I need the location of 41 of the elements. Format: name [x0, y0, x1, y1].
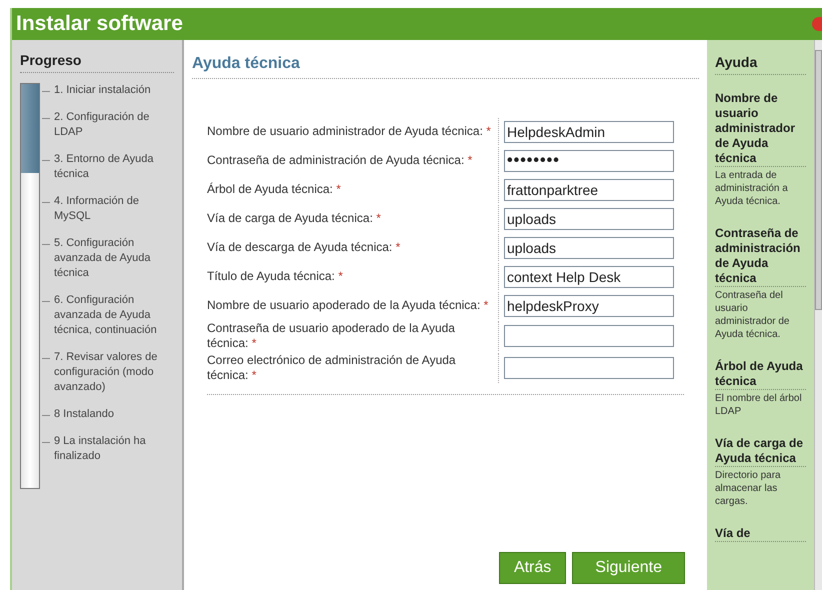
- field-label: Contraseña de administración de Ayuda técnica: *: [207, 153, 472, 168]
- field-label: Contraseña de usuario apoderado de la Ayuda técnica: *: [207, 321, 456, 351]
- input-field[interactable]: frattonparktree: [504, 178, 674, 200]
- progress-step: 3. Entorno de Ayuda técnica: [54, 152, 174, 182]
- progress-step: 8 Instalando: [54, 407, 114, 422]
- input-field[interactable]: HelpdeskAdmin: [504, 120, 674, 142]
- help-heading: Nombre de usuario administrador de Ayuda técnica: [715, 91, 806, 167]
- input-field[interactable]: helpdeskProxy: [504, 294, 674, 316]
- scrollbar[interactable]: [814, 40, 822, 590]
- help-heading: Árbol de Ayuda técnica: [715, 359, 806, 390]
- input-field[interactable]: uploads: [504, 236, 674, 258]
- field-label: Correo electrónico de administración de Ayuda técnica: *: [207, 353, 457, 383]
- progress-step: 1. Iniciar instalación: [54, 83, 151, 98]
- help-text: La entrada de administración a Ayuda técnica.: [715, 169, 789, 208]
- input-field[interactable]: [504, 357, 674, 379]
- field-label: Vía de descarga de Ayuda técnica: *: [207, 240, 400, 255]
- field-label: Nombre de usuario administrador de Ayuda técnica: *: [207, 124, 491, 139]
- progress-step: 5. Configuración avanzada de Ayuda técnica: [54, 236, 174, 281]
- password-field[interactable]: ••••••••: [504, 150, 674, 172]
- help-text: Contraseña del usuario administrador de Ayuda técnica.: [715, 289, 790, 341]
- window-title: Instalar software: [15, 11, 183, 38]
- field-label: Nombre de usuario apoderado de la Ayuda técnica: *: [207, 298, 488, 313]
- progress-step: 4. Información de MySQL: [54, 194, 174, 224]
- password-field[interactable]: [504, 325, 674, 347]
- help-text: El nombre del árbol LDAP: [715, 392, 803, 418]
- input-field[interactable]: context Help Desk: [504, 266, 674, 288]
- field-label: Vía de carga de Ayuda técnica: *: [207, 211, 381, 226]
- progress-step: 9 La instalación ha finalizado: [54, 434, 174, 464]
- section-title: Ayuda técnica: [192, 52, 699, 79]
- progress-step: 2. Configuración de LDAP: [54, 110, 174, 140]
- input-field[interactable]: uploads: [504, 208, 674, 230]
- panel-title: Ayuda: [715, 52, 806, 75]
- progress-step: 7. Revisar valores de configuración (modo avanzado): [54, 350, 174, 395]
- panel-title: Progreso: [20, 50, 174, 73]
- progress-step: 6. Configuración avanzada de Ayuda técnica, continuación: [54, 293, 174, 338]
- field-label: Título de Ayuda técnica: *: [207, 269, 343, 284]
- help-heading: Vía de carga de Ayuda técnica: [715, 436, 806, 467]
- help-text: Directorio para almacenar las cargas.: [715, 469, 782, 508]
- help-heading: Vía de: [715, 526, 806, 542]
- help-heading: Contraseña de administración de Ayuda técnica: [715, 226, 806, 287]
- field-label: Árbol de Ayuda técnica: *: [207, 182, 341, 197]
